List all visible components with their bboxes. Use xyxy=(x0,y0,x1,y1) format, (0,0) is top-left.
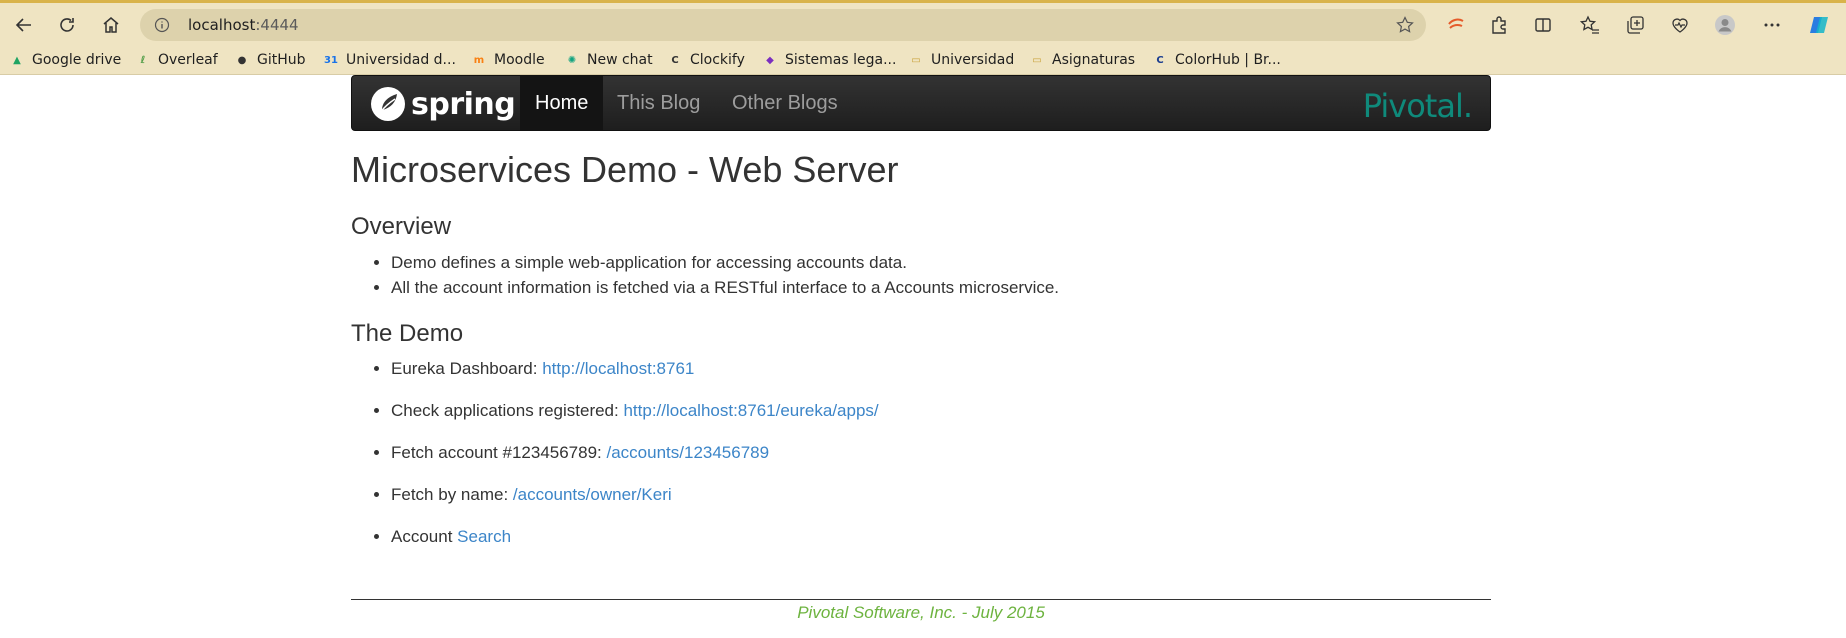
bookmark-label: Asignaturas xyxy=(1052,52,1136,68)
bookmark-label: GitHub xyxy=(257,52,306,68)
bookmark-item[interactable]: ℓ Overleaf xyxy=(136,50,218,70)
address-bar[interactable]: localhost:4444 xyxy=(140,9,1426,41)
google-drive-icon: ▲ xyxy=(13,54,21,66)
list-item: All the account information is fetched v… xyxy=(391,275,1491,300)
demo-item-label: Fetch account #123456789: xyxy=(391,443,607,463)
eureka-apps-link[interactable]: http://localhost:8761/eureka/apps/ xyxy=(623,401,878,420)
translate-icon[interactable] xyxy=(1444,13,1468,37)
bookmark-label: Google drive xyxy=(32,52,122,68)
chatgpt-icon: ✺ xyxy=(567,54,577,66)
brand-name: spring xyxy=(411,86,516,122)
bookmark-item[interactable]: m Moodle xyxy=(472,50,545,70)
overview-list: Demo defines a simple web-application fo… xyxy=(391,250,1491,300)
spring-leaf-icon xyxy=(371,87,405,121)
bookmark-label: Universidad d... xyxy=(346,52,456,68)
bookmark-item[interactable]: ▲ Google drive xyxy=(10,50,121,70)
split-screen-icon[interactable] xyxy=(1531,13,1555,37)
home-icon[interactable] xyxy=(96,10,126,40)
page-title: Microservices Demo - Web Server xyxy=(351,149,899,190)
footer-divider xyxy=(351,599,1491,600)
demo-item-label: Account xyxy=(391,527,458,547)
bookmark-item[interactable]: ● GitHub xyxy=(235,50,306,70)
bookmark-item[interactable]: ◆ Sistemas lega... xyxy=(763,50,896,70)
extensions-icon[interactable] xyxy=(1487,13,1511,37)
overview-heading: Overview xyxy=(351,212,452,240)
bookmark-item[interactable]: C ColorHub | Br... xyxy=(1153,50,1281,70)
nav-this-blog[interactable]: This Blog xyxy=(602,76,715,130)
page-footer: Pivotal Software, Inc. - July 2015 xyxy=(797,603,1045,622)
list-item: Fetch account #123456789: /accounts/1234… xyxy=(391,440,1491,465)
refresh-icon[interactable] xyxy=(52,10,82,40)
bookmark-item[interactable]: C Clockify xyxy=(668,50,745,70)
bookmark-item[interactable]: ▭ Universidad xyxy=(909,50,1014,70)
profile-icon[interactable] xyxy=(1713,13,1737,37)
fetch-by-name-link[interactable]: /accounts/owner/Keri xyxy=(513,485,672,504)
bookmark-label: Clockify xyxy=(690,52,745,68)
folder-icon: ▭ xyxy=(1032,54,1042,66)
url-host: localhost xyxy=(188,16,256,34)
list-item: Eureka Dashboard: http://localhost:8761 xyxy=(391,356,1491,381)
calendar-icon: 31 xyxy=(324,54,338,66)
demo-item-label: Check applications registered: xyxy=(391,401,624,421)
browser-toolbar: localhost:4444 xyxy=(0,0,1846,44)
list-item: Fetch by name: /accounts/owner/Keri xyxy=(391,482,1491,507)
demo-item-label: Eureka Dashboard: xyxy=(391,359,543,379)
bookmark-label: Universidad xyxy=(931,52,1015,68)
spring-logo[interactable]: spring xyxy=(370,85,516,123)
nav-other-blogs[interactable]: Other Blogs xyxy=(717,76,853,130)
bookmark-item[interactable]: ▭ Asignaturas xyxy=(1030,50,1135,70)
bookmark-label: ColorHub | Br... xyxy=(1175,52,1281,68)
favorites-icon[interactable] xyxy=(1578,13,1602,37)
performance-icon[interactable] xyxy=(1668,13,1692,37)
list-item: Account Search xyxy=(391,524,1491,549)
bookmarks-bar: ▲ Google drive ℓ Overleaf ● GitHub 31 Universid… xyxy=(0,44,1846,75)
bookmark-item[interactable]: ✺ New chat xyxy=(565,50,653,70)
list-item: Demo defines a simple web-application fo… xyxy=(391,250,1491,275)
main-content: Microservices Demo - Web Server Overview… xyxy=(351,140,1491,566)
bookmark-label: Moodle xyxy=(494,52,545,68)
back-icon[interactable] xyxy=(9,10,39,40)
bookmark-label: New chat xyxy=(587,52,653,68)
github-icon: ● xyxy=(237,54,247,66)
folder-icon: ▭ xyxy=(911,54,921,66)
fetch-account-link[interactable]: /accounts/123456789 xyxy=(607,443,770,462)
demo-list: Eureka Dashboard: http://localhost:8761 … xyxy=(391,356,1491,549)
moodle-icon: m xyxy=(473,54,485,66)
colorhub-icon: C xyxy=(1156,54,1164,66)
account-search-link[interactable]: Search xyxy=(457,527,511,546)
top-navbar: spring Home This Blog Other Blogs Pivota… xyxy=(351,75,1491,131)
copilot-icon[interactable] xyxy=(1807,13,1831,37)
url-text: localhost:4444 xyxy=(188,16,299,34)
bookmark-item[interactable]: 31 Universidad d... xyxy=(324,50,456,70)
demo-item-label: Fetch by name: xyxy=(391,485,513,505)
site-info-icon[interactable] xyxy=(154,17,170,33)
overleaf-icon: ℓ xyxy=(140,54,146,66)
favorite-star-icon[interactable] xyxy=(1396,16,1414,34)
bookmark-label: Overleaf xyxy=(158,52,218,68)
nav-home[interactable]: Home xyxy=(520,76,604,130)
more-icon[interactable] xyxy=(1760,13,1784,37)
clockify-icon: C xyxy=(671,54,679,66)
demo-heading: The Demo xyxy=(351,319,464,347)
bookmark-label: Sistemas lega... xyxy=(785,52,897,68)
pivotal-logo: Pivotal. xyxy=(1362,87,1473,125)
eureka-dashboard-link[interactable]: http://localhost:8761 xyxy=(542,359,694,378)
collections-icon[interactable] xyxy=(1623,13,1647,37)
list-item: Check applications registered: http://lo… xyxy=(391,398,1491,423)
url-port: :4444 xyxy=(255,16,299,34)
bookmark-icon: ◆ xyxy=(766,54,774,66)
